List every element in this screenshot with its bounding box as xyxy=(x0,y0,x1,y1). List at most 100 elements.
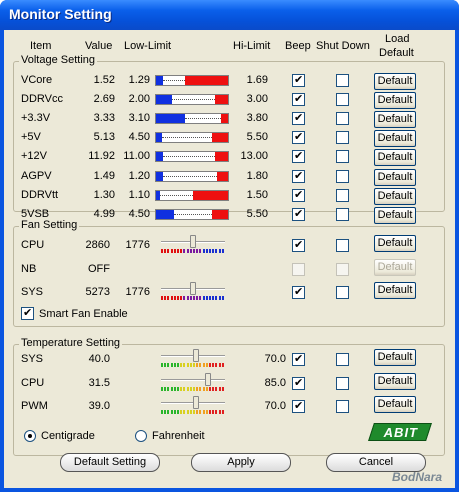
fan-beep-checkbox[interactable]: ✔ xyxy=(292,286,305,299)
low-range-segment xyxy=(156,152,163,162)
slider-tick xyxy=(212,410,214,414)
slider-tick xyxy=(167,296,169,300)
slider-tick xyxy=(196,363,198,367)
temp-shutdown-checkbox[interactable] xyxy=(336,400,349,413)
slider-tick xyxy=(183,249,185,253)
temp-beep-checkbox[interactable]: ✔ xyxy=(292,353,305,366)
voltage-default-button[interactable]: Default xyxy=(374,187,416,205)
checkmark-icon: ✔ xyxy=(294,353,304,365)
temp-limit-slider[interactable] xyxy=(161,396,225,416)
temp-limit-slider[interactable] xyxy=(161,372,225,393)
voltage-beep-checkbox[interactable]: ✔ xyxy=(292,93,305,107)
fan-shutdown-checkbox[interactable] xyxy=(336,239,349,252)
voltage-default-button[interactable]: Default xyxy=(374,149,416,167)
centigrade-radio[interactable] xyxy=(24,430,36,442)
slider-thumb[interactable] xyxy=(193,396,199,409)
checkmark-icon: ✔ xyxy=(294,93,304,106)
fan-speed-slider[interactable] xyxy=(161,282,225,302)
voltage-low-limit: 11.00 xyxy=(123,150,150,163)
voltage-default-button[interactable]: Default xyxy=(374,73,416,90)
slider-tick xyxy=(193,296,195,300)
slider-tick xyxy=(174,410,176,414)
voltage-beep-checkbox[interactable]: ✔ xyxy=(292,150,305,164)
voltage-hi-limit: 5.50 xyxy=(246,131,268,144)
voltage-beep-checkbox[interactable]: ✔ xyxy=(292,131,305,145)
voltage-default-button[interactable]: Default xyxy=(374,111,416,129)
voltage-beep-checkbox[interactable]: ✔ xyxy=(292,74,305,87)
fan-low-limit: 1776 xyxy=(125,239,150,251)
slider-tick xyxy=(190,363,192,367)
range-dots xyxy=(160,194,193,196)
temp-shutdown-checkbox[interactable] xyxy=(336,353,349,366)
slider-tick xyxy=(193,249,195,253)
slider-tick xyxy=(171,249,173,253)
temp-default-button[interactable]: Default xyxy=(374,349,416,366)
slider-tick xyxy=(206,249,208,253)
voltage-name: DDRVcc xyxy=(21,93,63,106)
title-bar[interactable]: Monitor Setting xyxy=(0,0,459,30)
voltage-beep-checkbox[interactable]: ✔ xyxy=(292,112,305,126)
voltage-value: 2.69 xyxy=(93,93,115,106)
voltage-hi-limit: 1.69 xyxy=(246,74,268,86)
slider-tick xyxy=(190,249,192,253)
voltage-shutdown-checkbox[interactable] xyxy=(336,169,349,183)
fan-default-button: Default xyxy=(374,258,416,276)
slider-tick xyxy=(187,363,189,367)
voltage-shutdown-checkbox[interactable] xyxy=(336,150,349,164)
slider-tick xyxy=(212,249,214,253)
fan-speed-slider[interactable] xyxy=(161,235,225,255)
voltage-value: 1.52 xyxy=(93,74,115,86)
fan-default-button[interactable]: Default xyxy=(374,282,416,299)
voltage-beep-checkbox[interactable]: ✔ xyxy=(292,169,305,183)
temp-default-button[interactable]: Default xyxy=(374,372,416,390)
voltage-low-limit: 4.50 xyxy=(128,207,150,220)
fan-beep-checkbox[interactable]: ✔ xyxy=(292,239,305,252)
temp-default-button[interactable]: Default xyxy=(374,396,416,413)
abit-logo-text: ABIT xyxy=(383,425,419,440)
smart-fan-checkbox[interactable]: ✔ xyxy=(21,307,34,320)
slider-tick xyxy=(196,249,198,253)
fan-default-button[interactable]: Default xyxy=(374,235,416,252)
voltage-default-button[interactable]: Default xyxy=(374,168,416,186)
slider-tick xyxy=(196,296,198,300)
voltage-default-button[interactable]: Default xyxy=(374,206,416,224)
slider-thumb[interactable] xyxy=(190,282,196,295)
slider-tick xyxy=(219,296,221,300)
voltage-range-bar xyxy=(155,75,229,86)
slider-tick xyxy=(177,249,179,253)
temp-shutdown-checkbox[interactable] xyxy=(336,376,349,390)
voltage-shutdown-checkbox[interactable] xyxy=(336,93,349,107)
temp-beep-checkbox[interactable]: ✔ xyxy=(292,376,305,390)
voltage-default-button[interactable]: Default xyxy=(374,130,416,148)
voltage-range-bar xyxy=(155,94,229,106)
voltage-low-limit: 1.10 xyxy=(128,188,150,201)
voltage-beep-checkbox[interactable]: ✔ xyxy=(292,207,305,221)
temp-limit-slider[interactable] xyxy=(161,349,225,369)
voltage-default-button[interactable]: Default xyxy=(374,92,416,110)
voltage-shutdown-checkbox[interactable] xyxy=(336,207,349,221)
low-range-segment xyxy=(156,209,174,219)
voltage-beep-checkbox[interactable]: ✔ xyxy=(292,188,305,202)
temp-name: PWM xyxy=(21,400,48,412)
voltage-shutdown-checkbox[interactable] xyxy=(336,131,349,145)
fan-value: OFF xyxy=(88,262,110,275)
low-range-segment xyxy=(156,76,163,85)
slider-tick xyxy=(212,386,214,391)
voltage-shutdown-checkbox[interactable] xyxy=(336,74,349,87)
centigrade-label: Centigrade xyxy=(41,430,95,442)
fan-shutdown-checkbox[interactable] xyxy=(336,286,349,299)
default-setting-button[interactable]: Default Setting xyxy=(60,453,160,472)
slider-tick xyxy=(161,296,163,300)
slider-thumb[interactable] xyxy=(205,372,211,386)
voltage-shutdown-checkbox[interactable] xyxy=(336,188,349,202)
voltage-shutdown-checkbox[interactable] xyxy=(336,112,349,126)
fahrenheit-radio[interactable] xyxy=(135,430,147,442)
slider-tick xyxy=(164,249,166,253)
slider-thumb[interactable] xyxy=(190,235,196,248)
temp-beep-checkbox[interactable]: ✔ xyxy=(292,400,305,413)
checkmark-icon: ✔ xyxy=(294,286,304,298)
voltage-group-title: Voltage Setting xyxy=(19,54,98,66)
slider-tick xyxy=(171,363,173,367)
apply-button[interactable]: Apply xyxy=(191,453,291,472)
slider-thumb[interactable] xyxy=(193,349,199,362)
